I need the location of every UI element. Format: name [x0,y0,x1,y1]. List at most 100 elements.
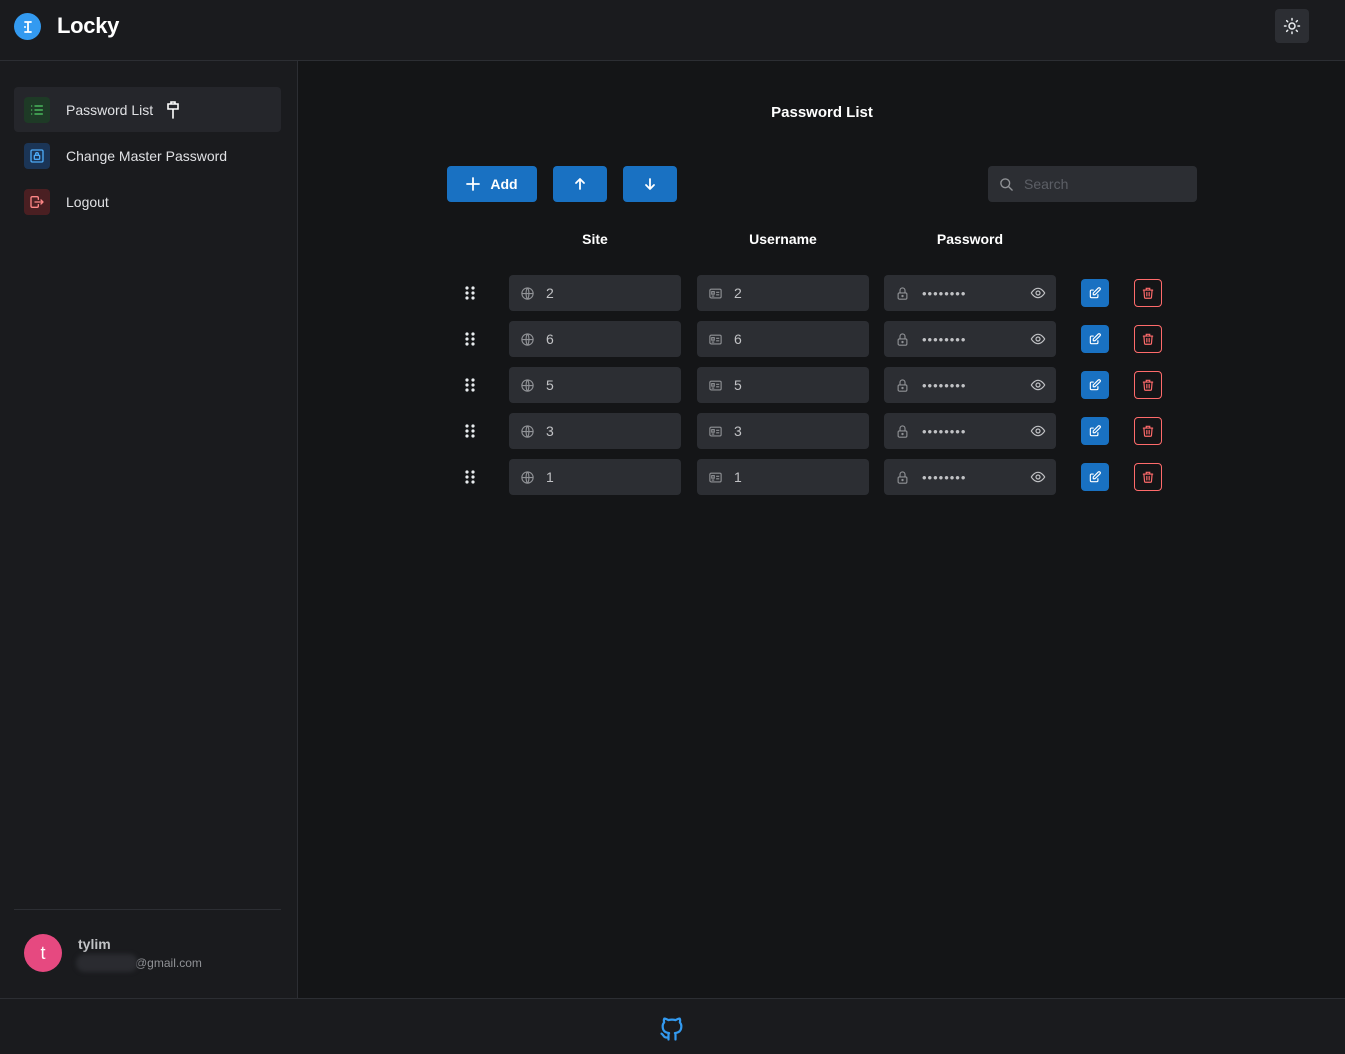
eye-icon[interactable] [1030,378,1046,392]
lock-square-icon [24,142,50,169]
site-value: 6 [546,331,554,347]
sun-icon [1283,17,1301,35]
drag-handle-icon[interactable] [463,285,477,301]
edit-icon [1089,333,1101,345]
globe-icon [520,378,535,393]
eye-icon[interactable] [1030,424,1046,438]
app-header: Locky [0,0,1345,61]
trash-icon [1142,425,1154,437]
delete-button[interactable] [1134,325,1162,353]
arrow-down-icon [645,178,655,190]
sidebar-item-change-master-password[interactable]: Change Master Password [14,133,281,178]
arrow-up-icon [575,178,585,190]
site-field[interactable]: 3 [509,413,681,449]
sidebar-divider [14,909,281,910]
site-field[interactable]: 1 [509,459,681,495]
table-row: 1 1 •••••••• [0,459,1345,495]
sidebar-item-label: Change Master Password [66,147,228,164]
add-button-label: Add [490,176,518,192]
move-down-button[interactable] [623,166,677,202]
lock-icon [895,470,910,485]
site-field[interactable]: 5 [509,367,681,403]
page-title: Password List [771,104,873,121]
username-value: 3 [734,423,742,439]
id-card-icon [708,378,723,393]
username-field[interactable]: 6 [697,321,869,357]
edit-button[interactable] [1081,463,1109,491]
site-field[interactable]: 6 [509,321,681,357]
user-email: @gmail.com [135,956,202,970]
username-field[interactable]: 5 [697,367,869,403]
theme-toggle-button[interactable] [1275,9,1309,43]
column-header-username: Username [749,231,817,247]
list-icon [24,96,50,123]
sidebar-item-logout[interactable]: Logout [14,179,281,224]
trash-icon [1142,471,1154,483]
username-field[interactable]: 3 [697,413,869,449]
logo-icon [14,13,41,40]
password-field[interactable]: •••••••• [884,413,1056,449]
drag-handle-icon[interactable] [463,469,477,485]
password-value: •••••••• [922,331,967,347]
logout-icon [24,188,50,215]
add-button[interactable]: Add [447,166,537,202]
edit-button[interactable] [1081,279,1109,307]
username-value: 5 [734,377,742,393]
delete-button[interactable] [1134,463,1162,491]
lock-icon [895,378,910,393]
column-header-password: Password [936,231,1004,247]
password-field[interactable]: •••••••• [884,275,1056,311]
edit-button[interactable] [1081,371,1109,399]
sidebar: Password List Change Master Password Log… [0,61,298,998]
edit-icon [1089,379,1101,391]
delete-button[interactable] [1134,417,1162,445]
site-value: 5 [546,377,554,393]
username-value: 1 [734,469,742,485]
password-value: •••••••• [922,377,967,393]
globe-icon [520,286,535,301]
pin-icon[interactable] [165,100,181,119]
edit-button[interactable] [1081,417,1109,445]
eye-icon[interactable] [1030,470,1046,484]
search-input[interactable] [1024,176,1184,192]
search-box[interactable] [988,166,1197,202]
globe-icon [520,332,535,347]
github-icon[interactable] [658,1015,686,1048]
password-field[interactable]: •••••••• [884,321,1056,357]
password-field[interactable]: •••••••• [884,459,1056,495]
drag-handle-icon[interactable] [463,377,477,393]
search-icon [999,177,1014,192]
eye-icon[interactable] [1030,286,1046,300]
avatar[interactable]: t [24,934,62,972]
password-field[interactable]: •••••••• [884,367,1056,403]
table-row: 6 6 •••••••• [0,321,1345,357]
table-row: 5 5 •••••••• [0,367,1345,403]
username-value: 2 [734,285,742,301]
table-row: 2 2 •••••••• [0,275,1345,311]
edit-button[interactable] [1081,325,1109,353]
user-name: tylim [78,936,111,952]
delete-button[interactable] [1134,371,1162,399]
eye-icon[interactable] [1030,332,1046,346]
trash-icon [1142,333,1154,345]
move-up-button[interactable] [553,166,607,202]
plus-icon [466,177,481,191]
sidebar-item-password-list[interactable]: Password List [14,87,281,132]
site-field[interactable]: 2 [509,275,681,311]
drag-handle-icon[interactable] [463,423,477,439]
username-value: 6 [734,331,742,347]
drag-handle-icon[interactable] [463,331,477,347]
delete-button[interactable] [1134,279,1162,307]
password-value: •••••••• [922,469,967,485]
table-row: 3 3 •••••••• [0,413,1345,449]
lock-icon [895,424,910,439]
id-card-icon [708,424,723,439]
column-header-site: Site [582,231,608,247]
password-value: •••••••• [922,423,967,439]
username-field[interactable]: 1 [697,459,869,495]
lock-icon [895,286,910,301]
edit-icon [1089,471,1101,483]
username-field[interactable]: 2 [697,275,869,311]
id-card-icon [708,332,723,347]
site-value: 1 [546,469,554,485]
